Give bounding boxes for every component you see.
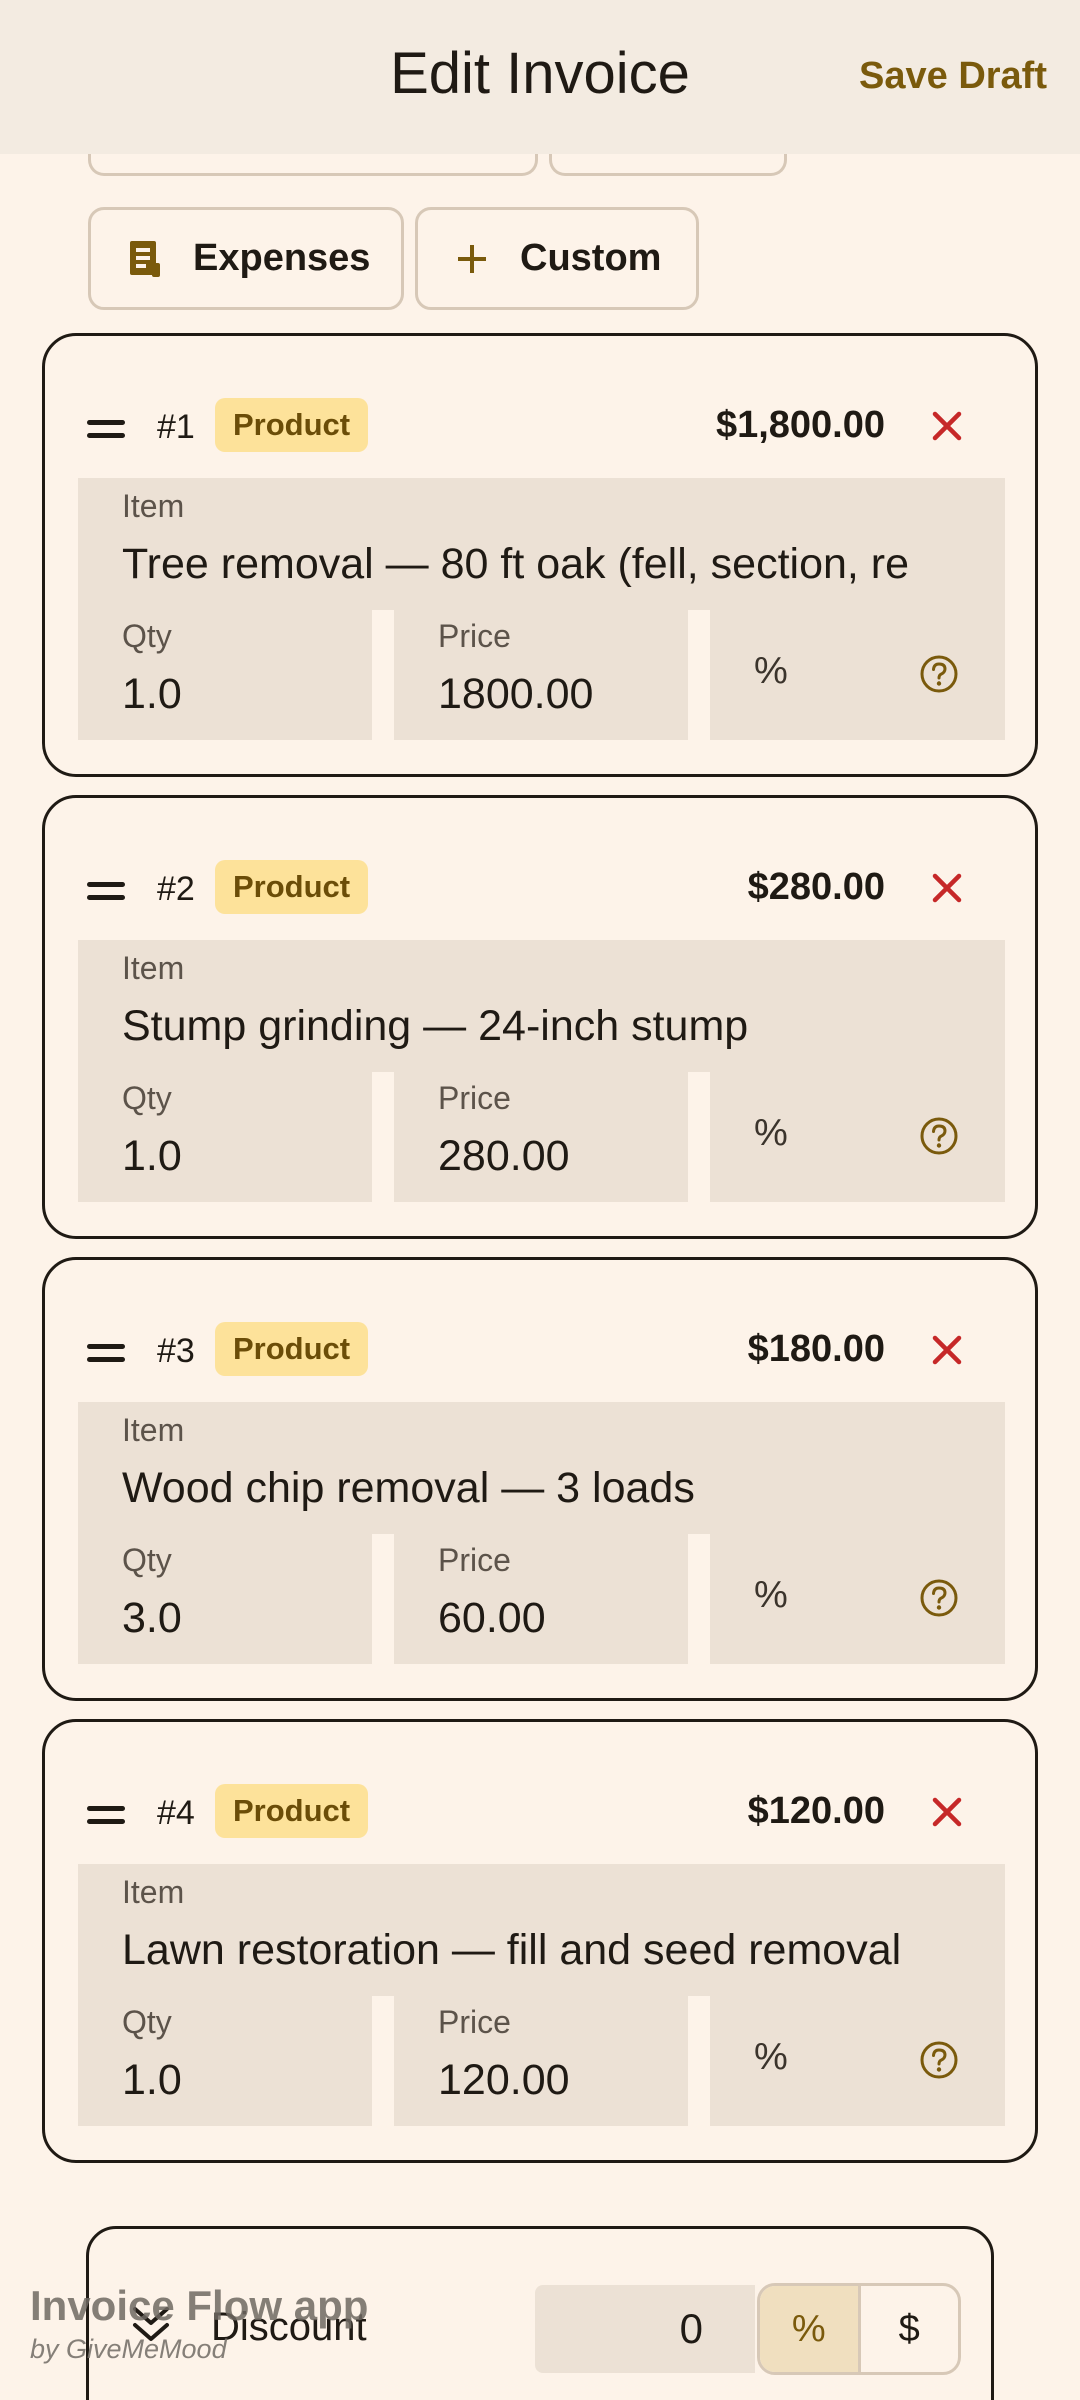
qty-field-label: Qty: [122, 1542, 172, 1578]
type-badge: Product: [215, 860, 369, 914]
watermark-title: Invoice Flow app: [30, 2282, 369, 2329]
price-field[interactable]: Price 1800.00: [394, 610, 688, 740]
qty-field[interactable]: Qty 3.0: [78, 1534, 372, 1664]
item-field-label: Item: [122, 950, 185, 986]
type-badge: Product: [215, 398, 369, 452]
item-field-value: Lawn restoration — fill and seed removal: [122, 1926, 902, 1974]
drag-handle-icon[interactable]: [87, 1806, 125, 1826]
expenses-chip-label: Expenses: [193, 237, 371, 279]
watermark-subtitle: by GiveMeMood: [30, 2334, 227, 2364]
help-icon[interactable]: [919, 654, 959, 694]
discount-input[interactable]: 0: [535, 2285, 755, 2373]
item-field-value: Stump grinding — 24-inch stump: [122, 1002, 749, 1050]
qty-field-value: 1.0: [122, 2056, 182, 2104]
line-total: $180.00: [747, 1328, 885, 1370]
percent-suffix: %: [754, 1112, 788, 1154]
save-draft-button[interactable]: Save Draft: [859, 55, 1047, 98]
discount-value: 0: [679, 2305, 703, 2352]
watermark: Invoice Flow app by GiveMeMood: [30, 2282, 368, 2365]
price-field-value: 1800.00: [438, 670, 594, 718]
price-field[interactable]: Price 280.00: [394, 1072, 688, 1202]
line-item-card: #1 Product $1,800.00 Item Tree removal —…: [42, 333, 1038, 777]
delete-item-icon[interactable]: [927, 1330, 967, 1370]
delete-item-icon[interactable]: [927, 868, 967, 908]
custom-chip[interactable]: Custom: [415, 207, 699, 310]
percent-suffix: %: [754, 650, 788, 692]
price-field-label: Price: [438, 1080, 511, 1116]
item-field[interactable]: Item Wood chip removal — 3 loads: [78, 1402, 1005, 1534]
type-badge: Product: [215, 1784, 369, 1838]
custom-chip-label: Custom: [520, 237, 662, 279]
drag-handle-icon[interactable]: [87, 882, 125, 902]
price-field-value: 60.00: [438, 1594, 546, 1642]
qty-field-value: 1.0: [122, 670, 182, 718]
price-field[interactable]: Price 120.00: [394, 1996, 688, 2126]
drag-handle-icon[interactable]: [87, 1344, 125, 1364]
plus-icon: [452, 237, 492, 281]
line-item-card: #3 Product $180.00 Item Wood chip remova…: [42, 1257, 1038, 1701]
item-field-label: Item: [122, 488, 185, 524]
price-field-label: Price: [438, 2004, 511, 2040]
help-icon[interactable]: [919, 1578, 959, 1618]
qty-field[interactable]: Qty 1.0: [78, 1072, 372, 1202]
qty-field-value: 3.0: [122, 1594, 182, 1642]
item-field[interactable]: Item Lawn restoration — fill and seed re…: [78, 1864, 1005, 1996]
item-field-label: Item: [122, 1874, 185, 1910]
price-field-value: 280.00: [438, 1132, 570, 1180]
delete-item-icon[interactable]: [927, 1792, 967, 1832]
item-field[interactable]: Item Tree removal — 80 ft oak (fell, sec…: [78, 478, 1005, 610]
receipt-icon: [125, 237, 165, 281]
price-field-label: Price: [438, 618, 511, 654]
tax-percent-field[interactable]: %: [710, 610, 1005, 740]
percent-suffix: %: [754, 2036, 788, 2078]
line-item-number: #3: [157, 1332, 195, 1370]
help-icon[interactable]: [919, 2040, 959, 2080]
line-total: $280.00: [747, 866, 885, 908]
line-item-card: #4 Product $120.00 Item Lawn restoration…: [42, 1719, 1038, 2163]
item-field-value: Tree removal — 80 ft oak (fell, section,…: [122, 540, 910, 588]
help-icon[interactable]: [919, 1116, 959, 1156]
tax-percent-field[interactable]: %: [710, 1996, 1005, 2126]
line-item-card: #2 Product $280.00 Item Stump grinding —…: [42, 795, 1038, 1239]
item-field-label: Item: [122, 1412, 185, 1448]
line-item-number: #4: [157, 1794, 195, 1832]
line-total: $1,800.00: [715, 404, 885, 446]
price-field-label: Price: [438, 1542, 511, 1578]
item-field[interactable]: Item Stump grinding — 24-inch stump: [78, 940, 1005, 1072]
qty-field-label: Qty: [122, 1080, 172, 1116]
discount-dollar-option[interactable]: $: [861, 2286, 959, 2372]
qty-field-value: 1.0: [122, 1132, 182, 1180]
tax-percent-field[interactable]: %: [710, 1072, 1005, 1202]
line-total: $120.00: [747, 1790, 885, 1832]
item-field-value: Wood chip removal — 3 loads: [122, 1464, 695, 1512]
tax-percent-field[interactable]: %: [710, 1534, 1005, 1664]
qty-field-label: Qty: [122, 2004, 172, 2040]
drag-handle-icon[interactable]: [87, 420, 125, 440]
type-badge: Product: [215, 1322, 369, 1376]
line-item-number: #1: [157, 408, 195, 446]
app-bar: Edit Invoice Save Draft: [0, 0, 1080, 154]
discount-percent-option[interactable]: %: [760, 2286, 861, 2372]
price-field[interactable]: Price 60.00: [394, 1534, 688, 1664]
price-field-value: 120.00: [438, 2056, 570, 2104]
line-item-number: #2: [157, 870, 195, 908]
percent-suffix: %: [754, 1574, 788, 1616]
discount-type-toggle: % $: [757, 2283, 961, 2375]
qty-field-label: Qty: [122, 618, 172, 654]
expenses-chip[interactable]: Expenses: [88, 207, 404, 310]
qty-field[interactable]: Qty 1.0: [78, 610, 372, 740]
qty-field[interactable]: Qty 1.0: [78, 1996, 372, 2126]
delete-item-icon[interactable]: [927, 406, 967, 446]
